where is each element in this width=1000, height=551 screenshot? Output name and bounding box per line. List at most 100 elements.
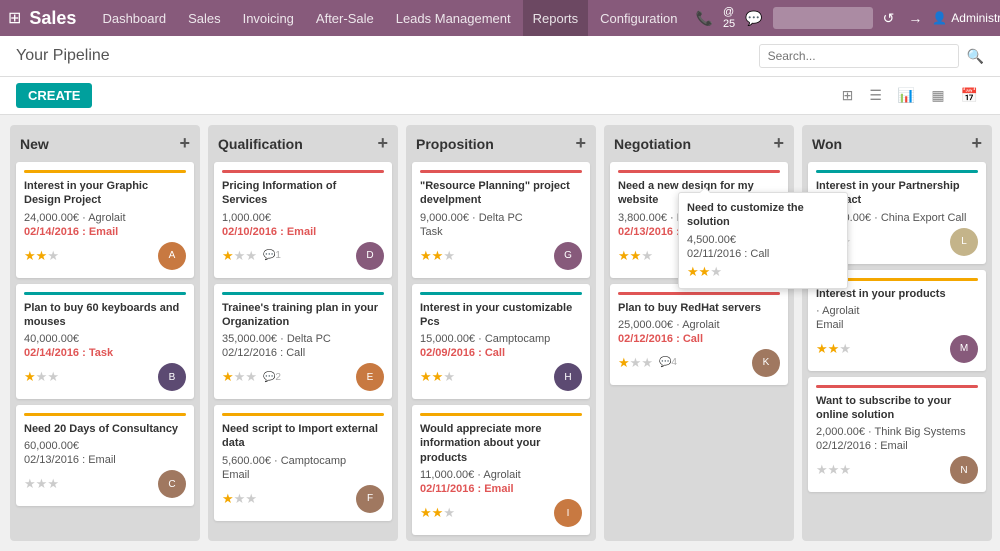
- column-add-button[interactable]: +: [377, 133, 388, 154]
- card-amount: 9,000.00€ · Delta PC: [420, 212, 582, 224]
- avatar-text: N: [960, 465, 967, 476]
- nav-right: 📞 @ 25 💬 ↺ → 👤 Administrator: [692, 6, 1000, 30]
- star-rating[interactable]: ★★★: [222, 248, 257, 264]
- star-rating[interactable]: ★★★: [24, 248, 59, 264]
- user-icon: 👤: [932, 11, 947, 25]
- column-cards: Need a new design for my website 3,800.0…: [604, 162, 794, 391]
- star-empty: ★: [816, 462, 828, 478]
- nav-leads-management[interactable]: Leads Management: [386, 0, 521, 36]
- star-rating[interactable]: ★★★: [420, 248, 455, 264]
- kanban-card[interactable]: Plan to buy RedHat servers 25,000.00€ · …: [610, 284, 788, 385]
- star-filled: ★: [222, 248, 234, 264]
- apps-icon[interactable]: ⊞: [8, 8, 21, 28]
- nav-invoicing[interactable]: Invoicing: [233, 0, 304, 36]
- card-date: Email: [222, 469, 384, 481]
- column-add-button[interactable]: +: [773, 133, 784, 154]
- nav-dashboard[interactable]: Dashboard: [92, 0, 176, 36]
- star-filled: ★: [432, 369, 444, 385]
- nav-reports[interactable]: Reports: [523, 0, 589, 36]
- card-footer: ★★★ M: [816, 335, 978, 363]
- star-rating[interactable]: ★★★: [24, 369, 59, 385]
- search-input[interactable]: [759, 44, 959, 68]
- at-badge[interactable]: @ 25: [723, 6, 735, 30]
- nav-menu: Dashboard Sales Invoicing After-Sale Lea…: [92, 0, 687, 36]
- card-stars-row: ★★★ 💬2: [222, 369, 281, 385]
- view-icons: ⊞ ☰ 📊 ▦ 📅: [836, 83, 984, 108]
- column-add-button[interactable]: +: [575, 133, 586, 154]
- user-menu[interactable]: 👤 Administrator: [932, 11, 1000, 25]
- card-date: 02/14/2016 : Email: [24, 226, 186, 238]
- chat-icon[interactable]: 💬: [741, 10, 766, 27]
- tooltip-title: Need to customize the solution: [687, 201, 839, 230]
- star-rating[interactable]: ★★★: [618, 355, 653, 371]
- tooltip-amount: 4,500.00€: [687, 234, 839, 246]
- card-footer: ★★★ A: [24, 242, 186, 270]
- star-rating[interactable]: ★★★: [816, 341, 851, 357]
- kanban-board: New + Interest in your Graphic Design Pr…: [0, 115, 1000, 551]
- card-color-bar: [420, 292, 582, 295]
- kanban-card[interactable]: Want to subscribe to your online solutio…: [808, 377, 986, 493]
- column-add-button[interactable]: +: [179, 133, 190, 154]
- kanban-card[interactable]: Plan to buy 60 keyboards and mouses 40,0…: [16, 284, 194, 400]
- star-rating[interactable]: ★★★: [222, 369, 257, 385]
- star-empty: ★: [710, 264, 722, 280]
- kanban-card[interactable]: Trainee's training plan in your Organiza…: [214, 284, 392, 400]
- card-stars-row: ★★★: [24, 476, 59, 492]
- card-color-bar: [222, 413, 384, 416]
- avatar-text: B: [169, 372, 176, 383]
- avatar: I: [554, 499, 582, 527]
- refresh-icon[interactable]: ↺: [879, 10, 899, 27]
- star-filled: ★: [222, 491, 234, 507]
- kanban-card[interactable]: Need a new design for my website 3,800.0…: [610, 162, 788, 278]
- kanban-card[interactable]: Pricing Information of Services 1,000.00…: [214, 162, 392, 278]
- nav-sales[interactable]: Sales: [178, 0, 231, 36]
- star-filled: ★: [432, 505, 444, 521]
- star-filled: ★: [432, 248, 444, 264]
- subheader: Your Pipeline 🔍: [0, 36, 1000, 77]
- card-amount: · Agrolait: [816, 305, 978, 317]
- card-date: 02/11/2016 : Email: [420, 483, 582, 495]
- column-new: New + Interest in your Graphic Design Pr…: [10, 125, 200, 541]
- kanban-card[interactable]: Interest in your Graphic Design Project …: [16, 162, 194, 278]
- kanban-card[interactable]: Need 20 Days of Consultancy 60,000.00€ 0…: [16, 405, 194, 506]
- kanban-card[interactable]: Need script to Import external data 5,60…: [214, 405, 392, 521]
- star-rating[interactable]: ★★★: [687, 264, 839, 280]
- search-button[interactable]: 🔍: [967, 48, 984, 65]
- card-title: Want to subscribe to your online solutio…: [816, 394, 978, 423]
- nav-search-input[interactable]: [773, 7, 873, 29]
- column-won: Won + Interest in your Partnership Contr…: [802, 125, 992, 541]
- nav-after-sale[interactable]: After-Sale: [306, 0, 384, 36]
- list-view-icon[interactable]: ☰: [863, 83, 888, 108]
- star-rating[interactable]: ★★★: [618, 248, 653, 264]
- card-stars-row: ★★★ 💬1: [222, 248, 281, 264]
- star-rating[interactable]: ★★★: [222, 491, 257, 507]
- card-title: Plan to buy 60 keyboards and mouses: [24, 301, 186, 330]
- login-icon[interactable]: →: [904, 10, 926, 26]
- column-title: Proposition: [416, 136, 494, 152]
- kanban-view-icon[interactable]: ⊞: [836, 83, 860, 108]
- phone-icon[interactable]: 📞: [692, 10, 717, 27]
- chart-view-icon[interactable]: 📊: [892, 83, 921, 108]
- star-rating[interactable]: ★★★: [816, 462, 851, 478]
- card-comment: 💬4: [659, 357, 677, 368]
- column-add-button[interactable]: +: [971, 133, 982, 154]
- card-amount: 60,000.00€: [24, 440, 186, 452]
- star-empty: ★: [443, 505, 455, 521]
- calendar-view-icon[interactable]: 📅: [955, 83, 984, 108]
- grid-view-icon[interactable]: ▦: [925, 83, 950, 108]
- card-title: Need script to Import external data: [222, 422, 384, 451]
- card-footer: ★★★ C: [24, 470, 186, 498]
- card-footer: ★★★ H: [420, 363, 582, 391]
- star-empty: ★: [443, 369, 455, 385]
- kanban-card[interactable]: Interest in your customizable Pcs 15,000…: [412, 284, 590, 400]
- create-button[interactable]: CREATE: [16, 83, 92, 108]
- avatar-text: L: [961, 236, 967, 247]
- kanban-card[interactable]: Would appreciate more information about …: [412, 405, 590, 535]
- star-filled: ★: [828, 341, 840, 357]
- column-header: New +: [10, 125, 200, 162]
- star-rating[interactable]: ★★★: [24, 476, 59, 492]
- star-rating[interactable]: ★★★: [420, 369, 455, 385]
- nav-configuration[interactable]: Configuration: [590, 0, 687, 36]
- star-rating[interactable]: ★★★: [420, 505, 455, 521]
- kanban-card[interactable]: "Resource Planning" project develpment 9…: [412, 162, 590, 278]
